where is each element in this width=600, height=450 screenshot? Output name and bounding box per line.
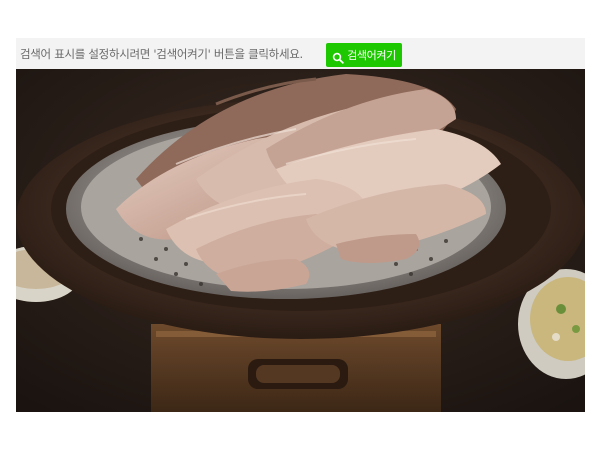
search-notice-bar: 검색어 표시를 설정하시려면 '검색어켜기' 버튼을 클릭하세요.	[16, 38, 585, 69]
search-toggle-button[interactable]: 검색어켜기	[326, 43, 402, 67]
food-photo	[16, 69, 585, 412]
page: 검색어 표시를 설정하시려면 '검색어켜기' 버튼을 클릭하세요. 검색어켜기	[0, 0, 600, 450]
search-notice-text: 검색어 표시를 설정하시려면 '검색어켜기' 버튼을 클릭하세요.	[20, 46, 303, 61]
search-icon	[332, 49, 344, 64]
search-toggle-label: 검색어켜기	[347, 49, 396, 62]
